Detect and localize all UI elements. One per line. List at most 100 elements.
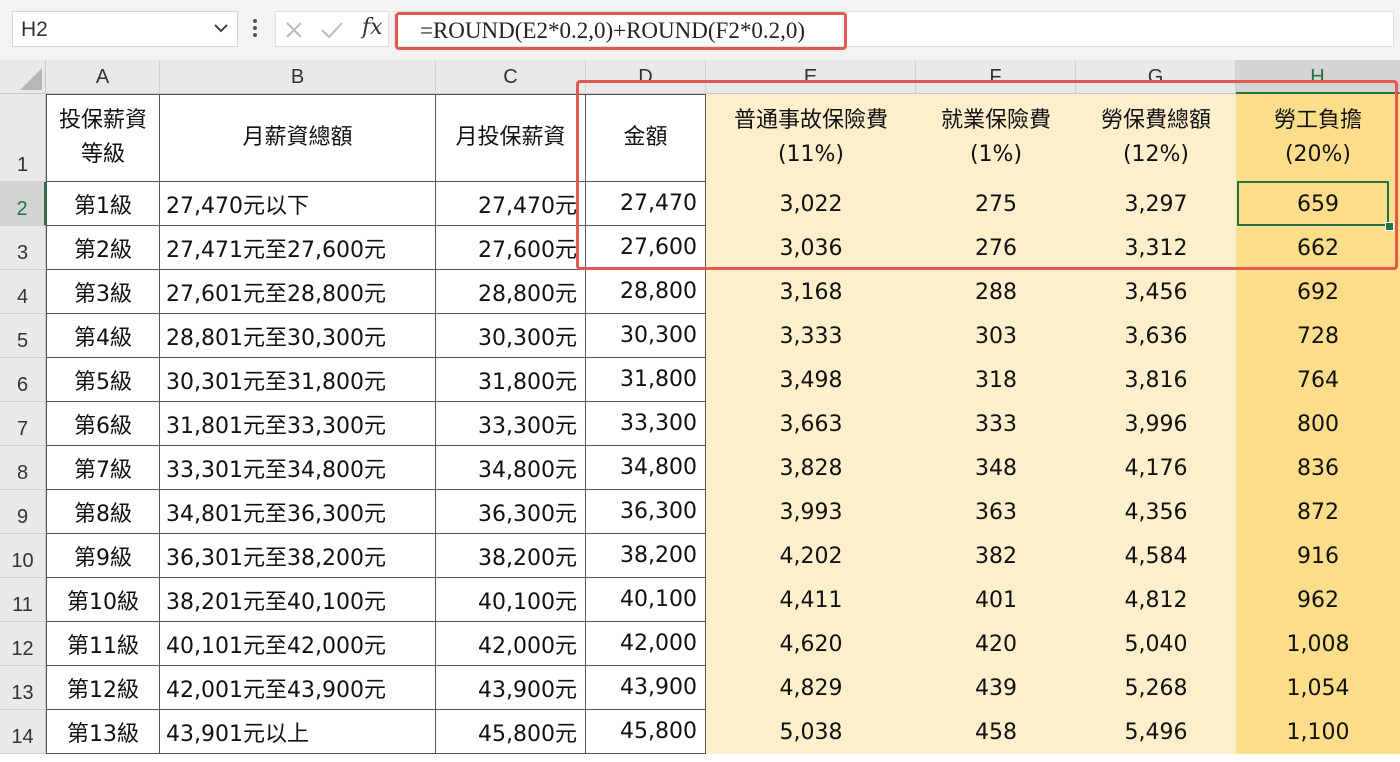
data-cell-e14[interactable]: 5,038 bbox=[706, 710, 916, 754]
column-header-c[interactable]: C bbox=[436, 60, 586, 94]
data-cell-b13[interactable]: 42,001元至43,900元 bbox=[160, 666, 436, 710]
row-header-9[interactable]: 9 bbox=[0, 490, 46, 534]
data-cell-b4[interactable]: 27,601元至28,800元 bbox=[160, 270, 436, 314]
data-cell-e6[interactable]: 3,498 bbox=[706, 358, 916, 402]
data-cell-d5[interactable]: 30,300 bbox=[586, 314, 706, 358]
data-cell-d7[interactable]: 33,300 bbox=[586, 402, 706, 446]
data-cell-c11[interactable]: 40,100元 bbox=[436, 578, 586, 622]
data-cell-h13[interactable]: 1,054 bbox=[1236, 666, 1400, 710]
confirm-icon[interactable] bbox=[320, 20, 344, 40]
data-cell-b9[interactable]: 34,801元至36,300元 bbox=[160, 490, 436, 534]
data-cell-b2[interactable]: 27,470元以下 bbox=[160, 182, 436, 226]
data-cell-a13[interactable]: 第12級 bbox=[46, 666, 160, 710]
data-cell-a9[interactable]: 第8級 bbox=[46, 490, 160, 534]
data-cell-g9[interactable]: 4,356 bbox=[1076, 490, 1236, 534]
data-cell-c7[interactable]: 33,300元 bbox=[436, 402, 586, 446]
row-header-4[interactable]: 4 bbox=[0, 270, 46, 314]
data-cell-a14[interactable]: 第13級 bbox=[46, 710, 160, 754]
data-cell-a4[interactable]: 第3級 bbox=[46, 270, 160, 314]
data-cell-g8[interactable]: 4,176 bbox=[1076, 446, 1236, 490]
data-cell-h10[interactable]: 916 bbox=[1236, 534, 1400, 578]
data-cell-d11[interactable]: 40,100 bbox=[586, 578, 706, 622]
data-cell-c10[interactable]: 38,200元 bbox=[436, 534, 586, 578]
data-cell-g7[interactable]: 3,996 bbox=[1076, 402, 1236, 446]
row-header-6[interactable]: 6 bbox=[0, 358, 46, 402]
data-cell-a10[interactable]: 第9級 bbox=[46, 534, 160, 578]
data-cell-h8[interactable]: 836 bbox=[1236, 446, 1400, 490]
data-cell-b10[interactable]: 36,301元至38,200元 bbox=[160, 534, 436, 578]
row-header-3[interactable]: 3 bbox=[0, 226, 46, 270]
data-cell-d10[interactable]: 38,200 bbox=[586, 534, 706, 578]
data-cell-a2[interactable]: 第1級 bbox=[46, 182, 160, 226]
data-cell-g14[interactable]: 5,496 bbox=[1076, 710, 1236, 754]
data-cell-f11[interactable]: 401 bbox=[916, 578, 1076, 622]
data-cell-h4[interactable]: 692 bbox=[1236, 270, 1400, 314]
data-cell-f14[interactable]: 458 bbox=[916, 710, 1076, 754]
header-cell-c[interactable]: 月投保薪資 bbox=[436, 94, 586, 182]
data-cell-b5[interactable]: 28,801元至30,300元 bbox=[160, 314, 436, 358]
data-cell-g10[interactable]: 4,584 bbox=[1076, 534, 1236, 578]
data-cell-h9[interactable]: 872 bbox=[1236, 490, 1400, 534]
data-cell-d8[interactable]: 34,800 bbox=[586, 446, 706, 490]
data-cell-d13[interactable]: 43,900 bbox=[586, 666, 706, 710]
data-cell-e5[interactable]: 3,333 bbox=[706, 314, 916, 358]
data-cell-c3[interactable]: 27,600元 bbox=[436, 226, 586, 270]
data-cell-d14[interactable]: 45,800 bbox=[586, 710, 706, 754]
data-cell-b12[interactable]: 40,101元至42,000元 bbox=[160, 622, 436, 666]
row-header-8[interactable]: 8 bbox=[0, 446, 46, 490]
data-cell-d9[interactable]: 36,300 bbox=[586, 490, 706, 534]
data-cell-c14[interactable]: 45,800元 bbox=[436, 710, 586, 754]
insert-function-icon[interactable]: fx bbox=[362, 15, 383, 40]
data-cell-d12[interactable]: 42,000 bbox=[586, 622, 706, 666]
data-cell-d4[interactable]: 28,800 bbox=[586, 270, 706, 314]
row-header-10[interactable]: 10 bbox=[0, 534, 46, 578]
data-cell-e12[interactable]: 4,620 bbox=[706, 622, 916, 666]
data-cell-f7[interactable]: 333 bbox=[916, 402, 1076, 446]
data-cell-b3[interactable]: 27,471元至27,600元 bbox=[160, 226, 436, 270]
data-cell-b11[interactable]: 38,201元至40,100元 bbox=[160, 578, 436, 622]
data-cell-b6[interactable]: 30,301元至31,800元 bbox=[160, 358, 436, 402]
data-cell-f9[interactable]: 363 bbox=[916, 490, 1076, 534]
data-cell-c4[interactable]: 28,800元 bbox=[436, 270, 586, 314]
row-header-12[interactable]: 12 bbox=[0, 622, 46, 666]
data-cell-g13[interactable]: 5,268 bbox=[1076, 666, 1236, 710]
header-cell-b[interactable]: 月薪資總額 bbox=[160, 94, 436, 182]
column-header-a[interactable]: A bbox=[46, 60, 160, 94]
data-cell-h14[interactable]: 1,100 bbox=[1236, 710, 1400, 754]
data-cell-a8[interactable]: 第7級 bbox=[46, 446, 160, 490]
row-header-11[interactable]: 11 bbox=[0, 578, 46, 622]
row-header-7[interactable]: 7 bbox=[0, 402, 46, 446]
data-cell-g11[interactable]: 4,812 bbox=[1076, 578, 1236, 622]
data-cell-a6[interactable]: 第5級 bbox=[46, 358, 160, 402]
data-cell-g5[interactable]: 3,636 bbox=[1076, 314, 1236, 358]
chevron-down-icon[interactable] bbox=[211, 18, 231, 38]
data-cell-e13[interactable]: 4,829 bbox=[706, 666, 916, 710]
data-cell-c2[interactable]: 27,470元 bbox=[436, 182, 586, 226]
row-header-1[interactable]: 1 bbox=[0, 94, 46, 182]
data-cell-c9[interactable]: 36,300元 bbox=[436, 490, 586, 534]
data-cell-e4[interactable]: 3,168 bbox=[706, 270, 916, 314]
data-cell-f13[interactable]: 439 bbox=[916, 666, 1076, 710]
data-cell-e7[interactable]: 3,663 bbox=[706, 402, 916, 446]
data-cell-f8[interactable]: 348 bbox=[916, 446, 1076, 490]
data-cell-e9[interactable]: 3,993 bbox=[706, 490, 916, 534]
data-cell-b8[interactable]: 33,301元至34,800元 bbox=[160, 446, 436, 490]
data-cell-g6[interactable]: 3,816 bbox=[1076, 358, 1236, 402]
data-cell-e11[interactable]: 4,411 bbox=[706, 578, 916, 622]
data-cell-b7[interactable]: 31,801元至33,300元 bbox=[160, 402, 436, 446]
data-cell-h12[interactable]: 1,008 bbox=[1236, 622, 1400, 666]
data-cell-c12[interactable]: 42,000元 bbox=[436, 622, 586, 666]
data-cell-c5[interactable]: 30,300元 bbox=[436, 314, 586, 358]
column-header-b[interactable]: B bbox=[160, 60, 436, 94]
data-cell-a12[interactable]: 第11級 bbox=[46, 622, 160, 666]
data-cell-d6[interactable]: 31,800 bbox=[586, 358, 706, 402]
data-cell-f6[interactable]: 318 bbox=[916, 358, 1076, 402]
data-cell-a3[interactable]: 第2級 bbox=[46, 226, 160, 270]
data-cell-g4[interactable]: 3,456 bbox=[1076, 270, 1236, 314]
data-cell-f5[interactable]: 303 bbox=[916, 314, 1076, 358]
data-cell-c13[interactable]: 43,900元 bbox=[436, 666, 586, 710]
data-cell-f12[interactable]: 420 bbox=[916, 622, 1076, 666]
data-cell-e10[interactable]: 4,202 bbox=[706, 534, 916, 578]
data-cell-h11[interactable]: 962 bbox=[1236, 578, 1400, 622]
data-cell-a7[interactable]: 第6級 bbox=[46, 402, 160, 446]
